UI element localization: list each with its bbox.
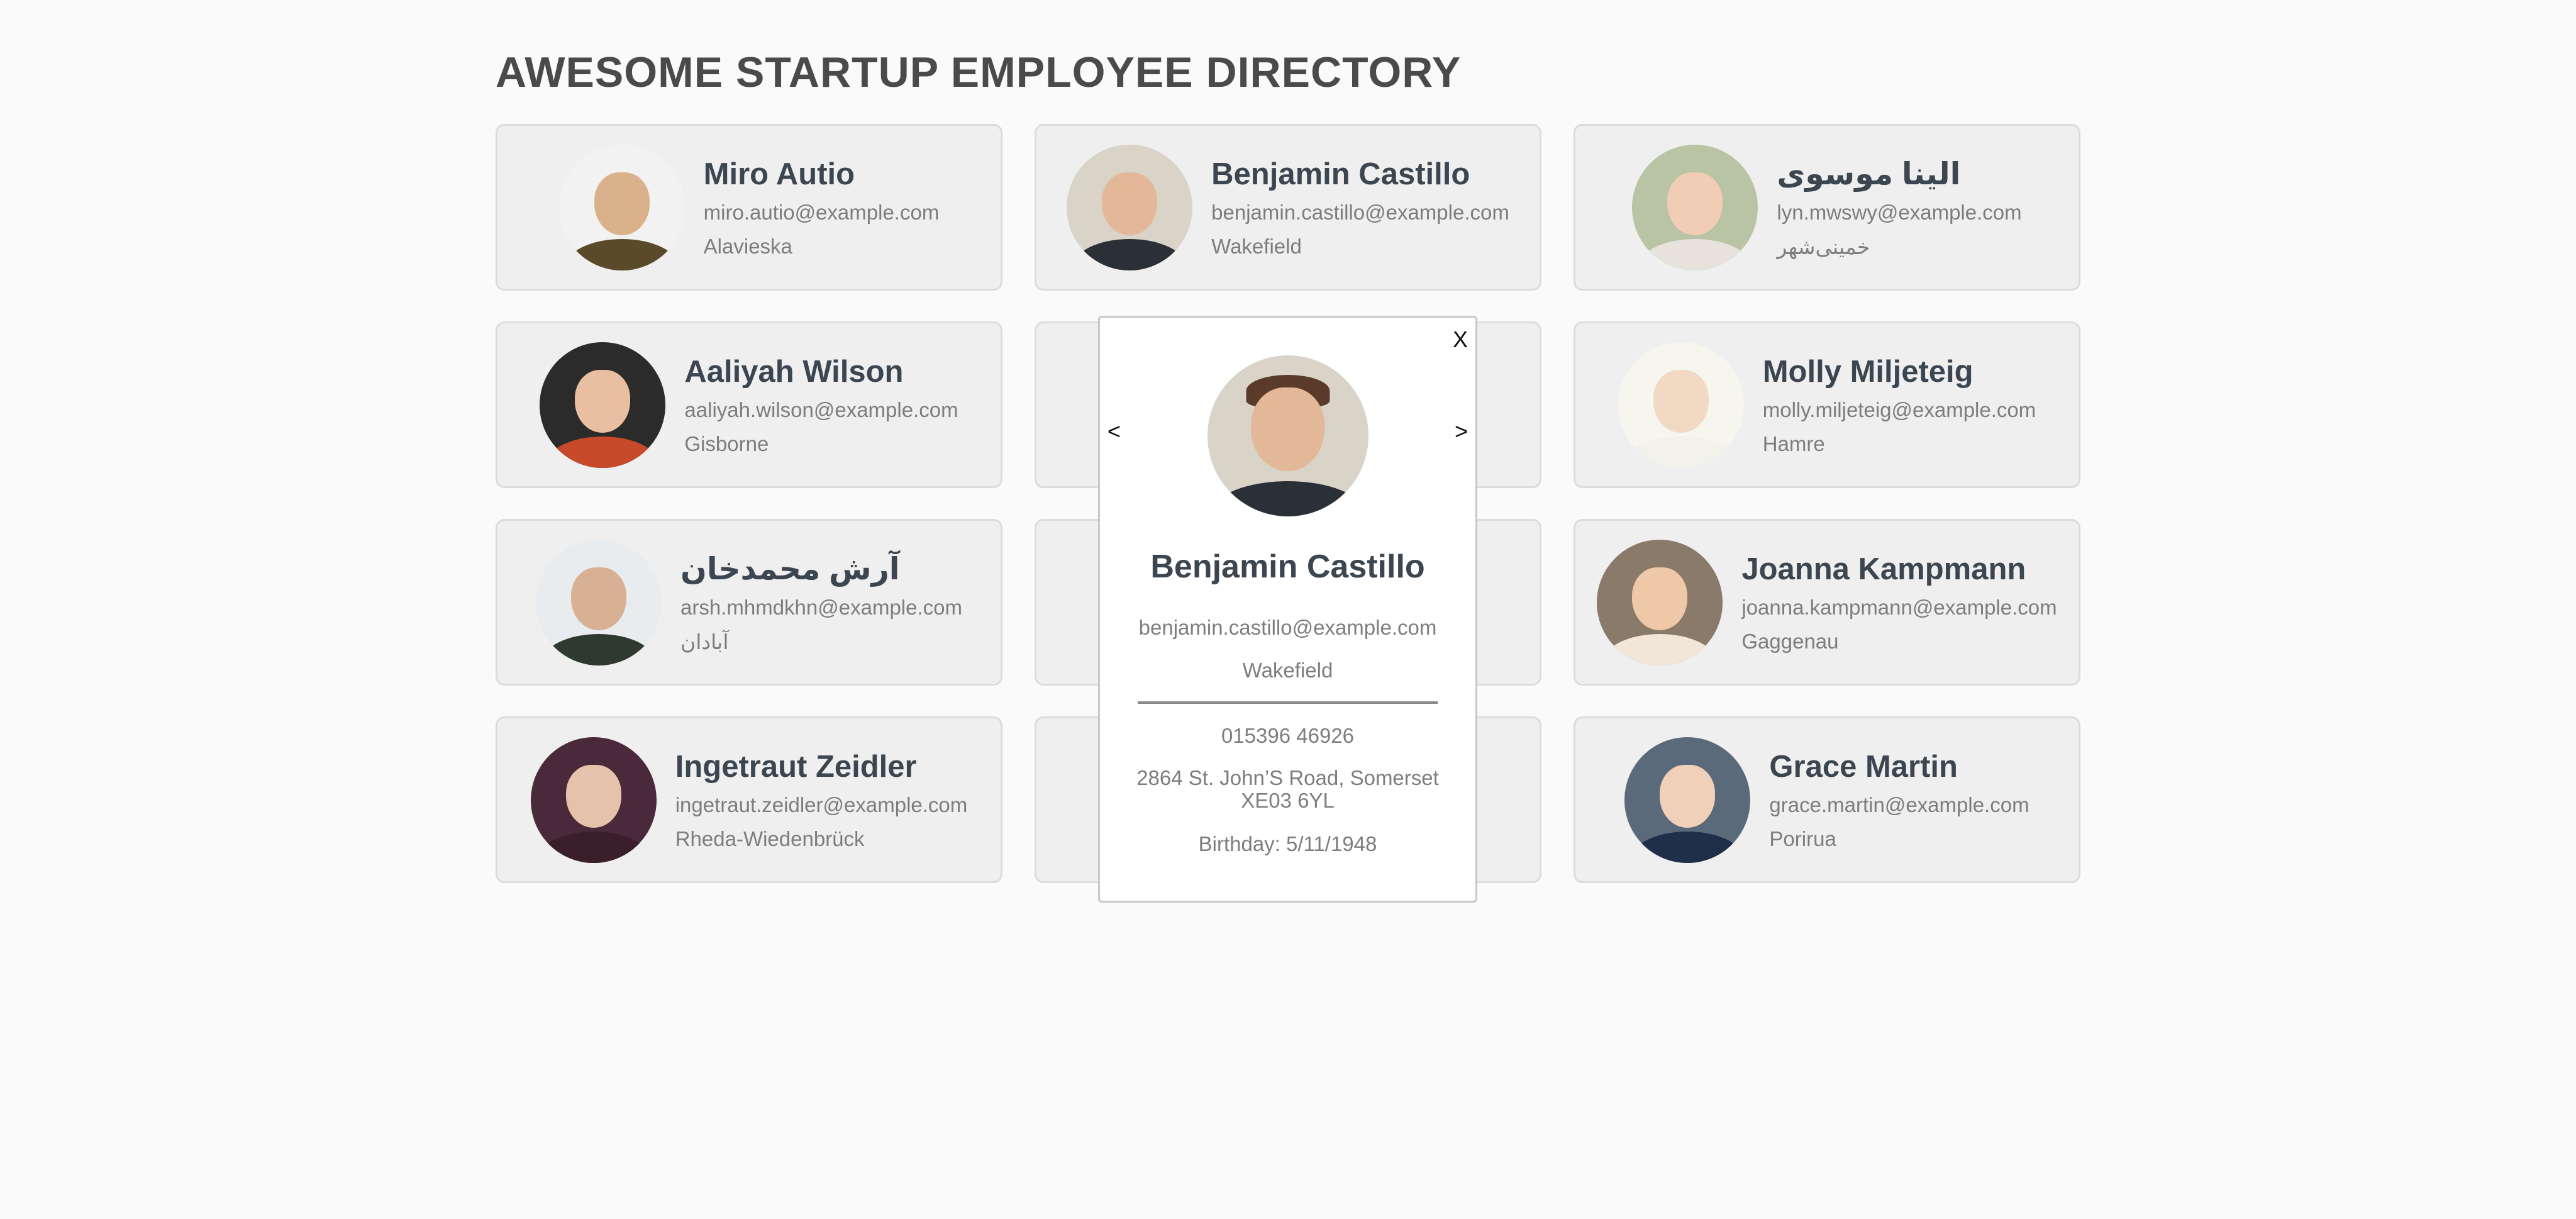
employee-name: Benjamin Castillo <box>1211 157 1470 191</box>
employee-city: Porirua <box>1769 827 1836 850</box>
modal-divider <box>1138 701 1438 704</box>
employee-email: benjamin.castillo@example.com <box>1211 200 1509 224</box>
avatar-face <box>571 567 626 630</box>
employee-card-content: Grace Martin grace.martin@example.com Pori… <box>1624 737 2029 863</box>
employee-avatar <box>540 342 666 468</box>
employee-avatar <box>536 539 662 665</box>
modal-phone: 015396 46926 <box>1221 724 1355 747</box>
employee-info: Ingetraut Zeidler ingetraut.zeidler@examp… <box>675 749 968 851</box>
employee-avatar <box>1597 539 1723 665</box>
avatar-body <box>565 238 679 270</box>
avatar-face <box>1660 764 1716 828</box>
employee-name: Ingetraut Zeidler <box>675 749 917 784</box>
employee-info: Aaliyah Wilson aaliyah.wilson@example.com… <box>684 354 958 456</box>
employee-email: grace.martin@example.com <box>1769 793 2029 816</box>
employee-name: Joanna Kampmann <box>1741 552 2026 586</box>
employee-name: آرش محمدخان <box>680 552 900 586</box>
employee-info: آرش محمدخان arsh.mhmdkhn@example.com آبادا… <box>680 551 962 654</box>
avatar-body <box>1638 238 1752 270</box>
employee-name: Molly Miljeteig <box>1762 354 1974 389</box>
employee-avatar <box>530 737 657 863</box>
employee-info: الینا موسوی lyn.mwswy@example.com خمینی‌شه… <box>1777 156 2021 259</box>
employee-city: Wakefield <box>1211 234 1302 258</box>
modal-email: benjamin.castillo@example.com <box>1138 616 1437 639</box>
avatar-body <box>1603 633 1717 665</box>
avatar-face <box>1653 369 1709 433</box>
avatar-body <box>546 436 660 468</box>
avatar-body <box>1624 436 1738 468</box>
employee-info: Miro Autio miro.autio@example.com Alaviesk… <box>704 157 940 259</box>
employee-avatar <box>1618 342 1744 468</box>
modal-address: 2864 St. John’S Road, Somerset XE03 6YL <box>1136 766 1439 812</box>
avatar-body <box>1211 481 1365 516</box>
employee-city: خمینی‌شهر <box>1777 235 1870 259</box>
employee-name: Grace Martin <box>1769 749 1958 784</box>
employee-card-content: Benjamin Castillo benjamin.castillo@examp… <box>1067 144 1509 270</box>
employee-card[interactable]: Ingetraut Zeidler ingetraut.zeidler@examp… <box>496 716 1002 883</box>
employee-info: Grace Martin grace.martin@example.com Pori… <box>1769 749 2029 851</box>
employee-email: aaliyah.wilson@example.com <box>684 398 958 421</box>
avatar-face <box>1632 567 1688 630</box>
avatar-face <box>1250 387 1325 472</box>
employee-card-content: Aaliyah Wilson aaliyah.wilson@example.com… <box>540 342 958 468</box>
employee-card-content: آرش محمدخان arsh.mhmdkhn@example.com آبادا… <box>536 539 962 665</box>
modal-avatar <box>1207 355 1368 516</box>
employee-email: ingetraut.zeidler@example.com <box>675 793 968 816</box>
close-button[interactable]: X <box>1453 326 1468 353</box>
employee-city: آبادان <box>680 630 729 654</box>
employee-city: Rheda-Wiedenbrück <box>675 827 865 850</box>
employee-info: Molly Miljeteig molly.miljeteig@example.c… <box>1763 354 2036 456</box>
employee-card[interactable]: Molly Miljeteig molly.miljeteig@example.c… <box>1574 321 2080 488</box>
next-employee-button[interactable]: > <box>1455 418 1468 445</box>
employee-card[interactable]: Benjamin Castillo benjamin.castillo@examp… <box>1035 124 1541 291</box>
avatar-body <box>542 633 655 665</box>
app-root: AWESOME STARTUP EMPLOYEE DIRECTORY Miro … <box>0 0 2576 1219</box>
employee-city: Gaggenau <box>1741 629 1839 653</box>
employee-name: الینا موسوی <box>1777 157 1961 191</box>
employee-card-content: Molly Miljeteig molly.miljeteig@example.c… <box>1618 342 2036 468</box>
previous-employee-button[interactable]: < <box>1108 418 1121 445</box>
employee-card[interactable]: آرش محمدخان arsh.mhmdkhn@example.com آبادا… <box>496 519 1002 686</box>
employee-card[interactable]: Aaliyah Wilson aaliyah.wilson@example.com… <box>496 321 1002 488</box>
modal-name: Benjamin Castillo <box>1150 548 1425 585</box>
employee-name: Miro Autio <box>703 157 855 191</box>
employee-email: molly.miljeteig@example.com <box>1762 398 2036 421</box>
employee-avatar <box>558 144 685 270</box>
employee-email: lyn.mwswy@example.com <box>1777 200 2022 224</box>
employee-avatar <box>1624 737 1751 863</box>
employee-card[interactable]: Miro Autio miro.autio@example.com Alaviesk… <box>496 124 1002 291</box>
employee-card[interactable]: Joanna Kampmann joanna.kampmann@example.c… <box>1574 519 2080 686</box>
employee-city: Alavieska <box>703 234 792 258</box>
page-title: AWESOME STARTUP EMPLOYEE DIRECTORY <box>496 48 1462 96</box>
employee-avatar <box>1632 144 1758 270</box>
employee-card-content: الینا موسوی lyn.mwswy@example.com خمینی‌شه… <box>1632 144 2022 270</box>
employee-card-content: Joanna Kampmann joanna.kampmann@example.c… <box>1597 539 2057 665</box>
modal-birthday: Birthday: 5/11/1948 <box>1198 832 1377 855</box>
avatar-face <box>1102 172 1158 235</box>
avatar-body <box>1631 831 1745 863</box>
employee-card[interactable]: الینا موسوی lyn.mwswy@example.com خمینی‌شه… <box>1574 124 2080 291</box>
employee-info: Benjamin Castillo benjamin.castillo@examp… <box>1211 157 1509 259</box>
avatar-body <box>1073 238 1187 270</box>
avatar-face <box>594 172 650 235</box>
employee-email: arsh.mhmdkhn@example.com <box>680 595 962 619</box>
avatar-body <box>536 831 650 863</box>
employee-name: Aaliyah Wilson <box>684 354 904 389</box>
employee-card-content: Ingetraut Zeidler ingetraut.zeidler@examp… <box>530 737 968 863</box>
avatar-face <box>565 764 621 828</box>
employee-modal: X < > Benjamin Castillo benjamin.castill… <box>1098 316 1477 903</box>
employee-info: Joanna Kampmann joanna.kampmann@example.c… <box>1741 552 2057 654</box>
avatar-face <box>1667 172 1723 235</box>
employee-card[interactable]: Grace Martin grace.martin@example.com Pori… <box>1574 716 2080 883</box>
employee-city: Hamre <box>1762 431 1825 455</box>
employee-email: miro.autio@example.com <box>703 200 940 224</box>
modal-city: Wakefield <box>1242 659 1333 682</box>
avatar-face <box>575 369 631 433</box>
employee-avatar <box>1067 144 1193 270</box>
employee-email: joanna.kampmann@example.com <box>1741 595 2057 619</box>
employee-card-content: Miro Autio miro.autio@example.com Alaviesk… <box>558 144 940 270</box>
employee-city: Gisborne <box>684 431 769 455</box>
